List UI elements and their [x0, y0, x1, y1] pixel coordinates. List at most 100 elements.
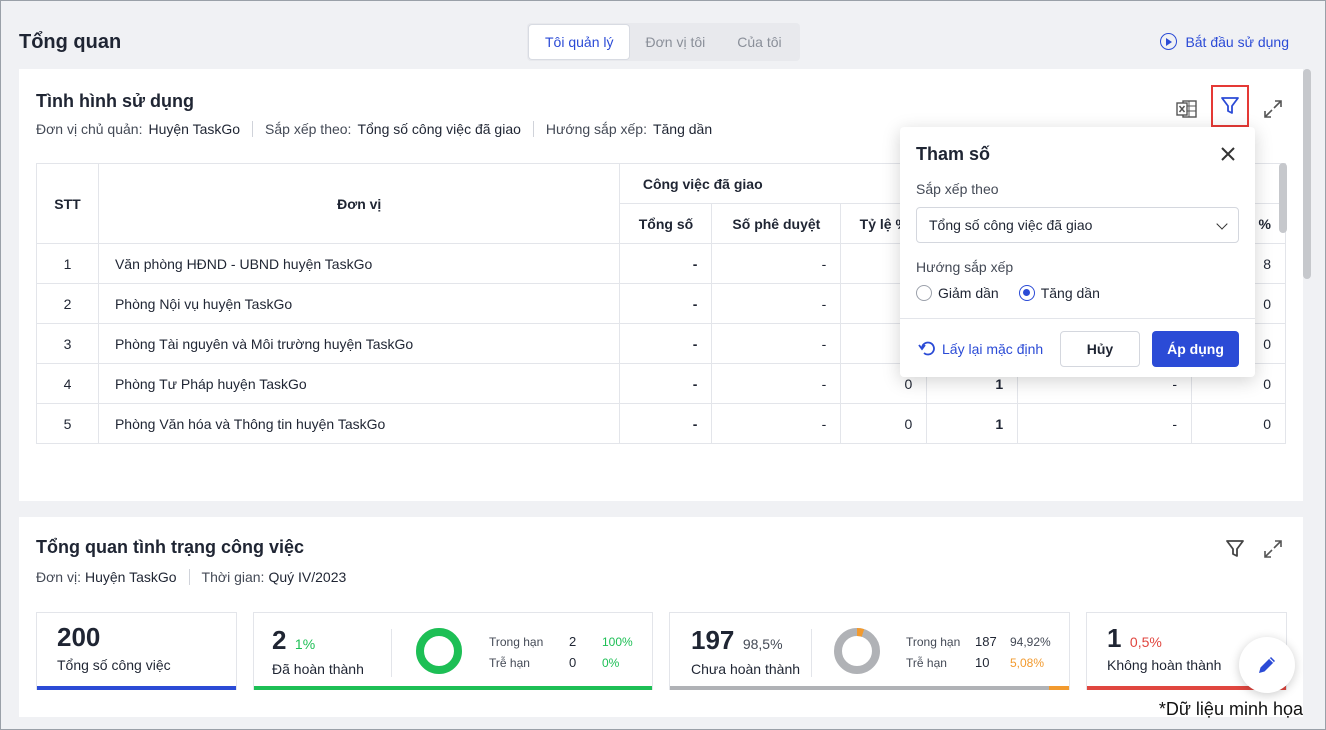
popup-divider: [900, 318, 1255, 319]
cell-approved: -: [711, 363, 842, 404]
status-unit-label: Đơn vị:: [36, 569, 81, 585]
failed-label: Không hoàn thành: [1107, 657, 1222, 673]
page-scrollbar[interactable]: [1303, 69, 1311, 279]
col-stt: STT: [36, 163, 99, 244]
done-pct: 1%: [294, 636, 316, 652]
done-ontime-label: Trong hạn: [489, 635, 544, 649]
footnote: *Dữ liệu minh họa: [1158, 699, 1303, 719]
sort-by-value: Tổng số công việc đã giao: [929, 217, 1093, 233]
done-label: Đã hoàn thành: [272, 661, 364, 677]
undo-icon: [918, 341, 935, 356]
pending-late-value: 10: [975, 655, 990, 670]
stat-divider: [811, 629, 812, 677]
table-scrollbar[interactable]: [1279, 163, 1287, 233]
excel-export-button[interactable]: [1173, 95, 1201, 123]
cell-5: 1: [926, 403, 1019, 444]
col-unit: Đơn vị: [97, 163, 621, 244]
stat-total[interactable]: 200 Tổng số công việc: [36, 612, 237, 690]
sort-value: Tổng số công việc đã giao: [357, 121, 521, 137]
pending-ontime-label: Trong hạn: [906, 635, 961, 649]
pending-ontime-pct: 94,92%: [1010, 635, 1051, 649]
filter-icon: [1226, 540, 1244, 557]
cell-total: -: [619, 323, 713, 364]
cell-7: 0: [1191, 403, 1286, 444]
radio-giam-dan[interactable]: Giảm dần: [916, 285, 999, 301]
tab-cua-toi[interactable]: Của tôi: [721, 25, 797, 59]
edit-fab-button[interactable]: [1239, 637, 1295, 693]
sort-by-select[interactable]: Tổng số công việc đã giao: [916, 207, 1239, 243]
status-card: Tổng quan tình trạng công việc Đơn vị: H…: [19, 517, 1303, 717]
cell-unit: Văn phòng HĐND - UBND huyện TaskGo: [97, 243, 621, 284]
done-value: 2: [272, 625, 287, 655]
pending-ontime-value: 187: [975, 634, 997, 649]
pending-late-bar: [1048, 686, 1069, 690]
cell-total: -: [619, 363, 713, 404]
done-bar: [254, 686, 652, 690]
status-filter-button[interactable]: [1221, 535, 1249, 563]
cell-stt: 1: [36, 243, 99, 284]
cell-stt: 5: [36, 403, 99, 444]
meta-divider: [188, 569, 190, 585]
done-late-label: Trễ hạn: [489, 656, 530, 670]
meta-divider: [252, 121, 254, 137]
top-bar: Tổng quan Tôi quản lý Đơn vị tôi Của tôi…: [1, 1, 1325, 69]
tab-toi-quan-ly[interactable]: Tôi quản lý: [529, 25, 630, 59]
close-button[interactable]: [1217, 143, 1239, 165]
start-using-label: Bắt đầu sử dụng: [1185, 33, 1289, 50]
filter-icon: [1221, 97, 1239, 114]
excel-icon: [1176, 100, 1197, 118]
col-approved: Số phê duyệt: [711, 203, 842, 244]
cell-unit: Phòng Nội vụ huyện TaskGo: [97, 283, 621, 324]
total-value: 200: [57, 622, 101, 652]
stat-pending[interactable]: 197 98,5% Chưa hoàn thành Trong hạn 187 …: [669, 612, 1070, 690]
meta-divider: [532, 121, 534, 137]
params-popup: Tham số Sắp xếp theo Tổng số công việc đ…: [900, 127, 1255, 377]
apply-button[interactable]: Áp dụng: [1152, 331, 1239, 367]
group-assigned-label: Công việc đã giao: [642, 175, 763, 192]
cell-total: -: [619, 243, 713, 284]
radio-icon: [916, 285, 932, 301]
cell-rate: 0: [840, 403, 928, 444]
start-using-link[interactable]: Bắt đầu sử dụng: [1160, 33, 1289, 50]
radio-label: Giảm dần: [938, 285, 999, 301]
status-expand-button[interactable]: [1259, 535, 1287, 563]
donut-arc: [416, 628, 462, 674]
reset-default-link[interactable]: Lấy lại mặc định: [918, 340, 1043, 358]
cancel-button[interactable]: Hủy: [1060, 331, 1140, 367]
close-icon: [1221, 147, 1235, 161]
cell-total: -: [619, 403, 713, 444]
expand-button[interactable]: [1259, 95, 1287, 123]
sort-label: Sắp xếp theo:: [265, 121, 352, 137]
done-ontime-pct: 100%: [602, 635, 633, 649]
status-time-value: Quý IV/2023: [268, 569, 347, 585]
pending-donut: [834, 628, 880, 674]
radio-checked-icon: [1018, 285, 1035, 301]
cell-stt: 3: [36, 323, 99, 364]
pending-value: 197: [691, 625, 735, 655]
tab-don-vi-toi[interactable]: Đơn vị tôi: [629, 25, 721, 59]
donut-track: [834, 628, 880, 674]
pending-bar: [670, 686, 1069, 690]
failed-pct: 0,5%: [1129, 634, 1162, 650]
popup-title: Tham số: [916, 144, 991, 164]
failed-value: 1: [1107, 623, 1122, 653]
expand-icon: [1264, 100, 1282, 118]
radio-tang-dan[interactable]: Tăng dần: [1018, 285, 1100, 301]
direction-radios: Giảm dần Tăng dần: [916, 285, 1100, 301]
done-late-pct: 0%: [602, 656, 620, 670]
stat-done[interactable]: 2 1% Đã hoàn thành Trong hạn 2 100% Trễ …: [253, 612, 653, 690]
done-ontime-value: 2: [569, 634, 577, 649]
usage-toolbar: [1173, 85, 1287, 127]
table-row[interactable]: 5 Phòng Văn hóa và Thông tin huyện TaskG…: [36, 403, 1286, 444]
col-total: Tổng số: [619, 203, 713, 244]
cell-unit: Phòng Văn hóa và Thông tin huyện TaskGo: [97, 403, 621, 444]
done-donut: [416, 628, 462, 674]
pencil-icon: [1259, 657, 1275, 673]
status-time-label: Thời gian:: [201, 569, 265, 585]
done-late-value: 0: [569, 655, 577, 670]
page-title: Tổng quan: [19, 31, 122, 53]
stat-divider: [391, 629, 392, 677]
pending-label: Chưa hoàn thành: [691, 661, 801, 677]
cell-unit: Phòng Tư Pháp huyện TaskGo: [97, 363, 621, 404]
filter-button[interactable]: [1211, 85, 1249, 127]
